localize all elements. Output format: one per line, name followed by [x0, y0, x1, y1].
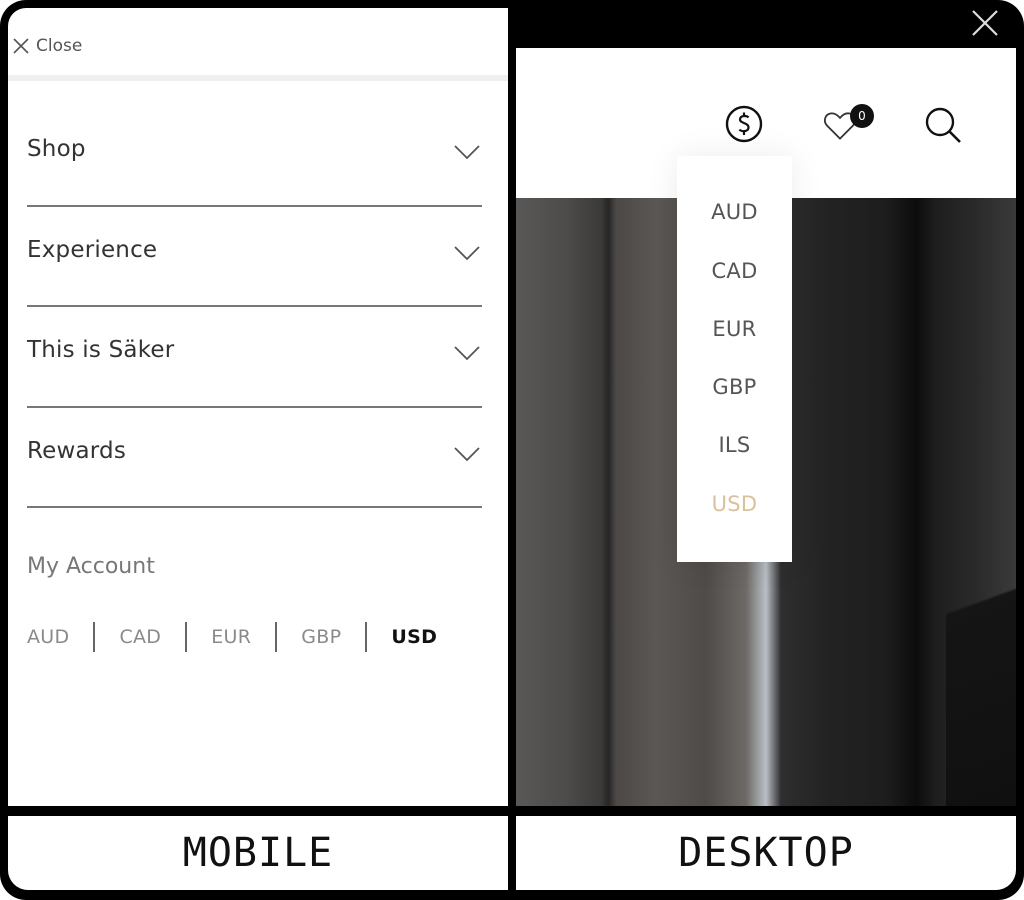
currency-option-gbp[interactable]: GBP [301, 626, 341, 648]
chevron-down-icon [454, 245, 480, 260]
dropdown-option-gbp[interactable]: GBP [677, 375, 792, 399]
menu-item-label: This is Säker [27, 337, 175, 363]
menu-item-this-is-saker[interactable]: This is Säker [27, 307, 482, 408]
menu-item-label: Experience [27, 236, 158, 263]
menu-item-rewards[interactable]: Rewards [27, 408, 482, 508]
chevron-down-icon [454, 346, 480, 361]
chevron-down-icon [454, 145, 480, 160]
mobile-menu-panel: Close Shop Experience This is Säker Rewa… [8, 8, 508, 806]
desktop-panel: 0 AUD CAD EUR GBP ILS USD [516, 48, 1016, 806]
currency-option-eur[interactable]: EUR [211, 626, 251, 648]
my-account-link[interactable]: My Account [27, 554, 155, 579]
wishlist-button[interactable]: 0 [822, 104, 874, 144]
wishlist-count-badge: 0 [850, 104, 874, 128]
menu-item-label: Rewards [27, 437, 127, 464]
currency-icon[interactable] [724, 104, 764, 144]
menu-item-experience[interactable]: Experience [27, 207, 482, 307]
menu-item-shop[interactable]: Shop [27, 106, 482, 207]
currency-switcher: AUD CAD EUR GBP USD [27, 622, 437, 652]
currency-divider [93, 622, 96, 652]
dropdown-option-usd[interactable]: USD [677, 492, 792, 516]
search-icon[interactable] [922, 104, 964, 146]
close-button[interactable]: Close [12, 36, 82, 56]
currency-divider [275, 622, 278, 652]
close-icon [13, 38, 29, 54]
currency-dropdown: AUD CAD EUR GBP ILS USD [677, 156, 792, 562]
desktop-caption: DESKTOP [516, 816, 1016, 890]
dropdown-option-ils[interactable]: ILS [677, 433, 792, 457]
mobile-caption: MOBILE [8, 816, 508, 890]
dropdown-option-aud[interactable]: AUD [677, 200, 792, 224]
close-label: Close [36, 36, 83, 56]
currency-divider [365, 622, 368, 652]
currency-option-usd[interactable]: USD [391, 626, 437, 648]
chevron-down-icon [454, 446, 480, 461]
currency-option-cad[interactable]: CAD [119, 626, 161, 648]
dropdown-option-cad[interactable]: CAD [677, 259, 792, 283]
currency-divider [185, 622, 188, 652]
dropdown-option-eur[interactable]: EUR [677, 317, 792, 341]
comparison-frame: Close Shop Experience This is Säker Rewa… [0, 0, 1024, 900]
close-icon[interactable] [970, 8, 1000, 38]
mobile-nav-menu: Shop Experience This is Säker Rewards [27, 106, 482, 508]
header-divider [8, 75, 508, 81]
menu-item-label: Shop [27, 136, 86, 162]
currency-option-aud[interactable]: AUD [27, 626, 69, 648]
